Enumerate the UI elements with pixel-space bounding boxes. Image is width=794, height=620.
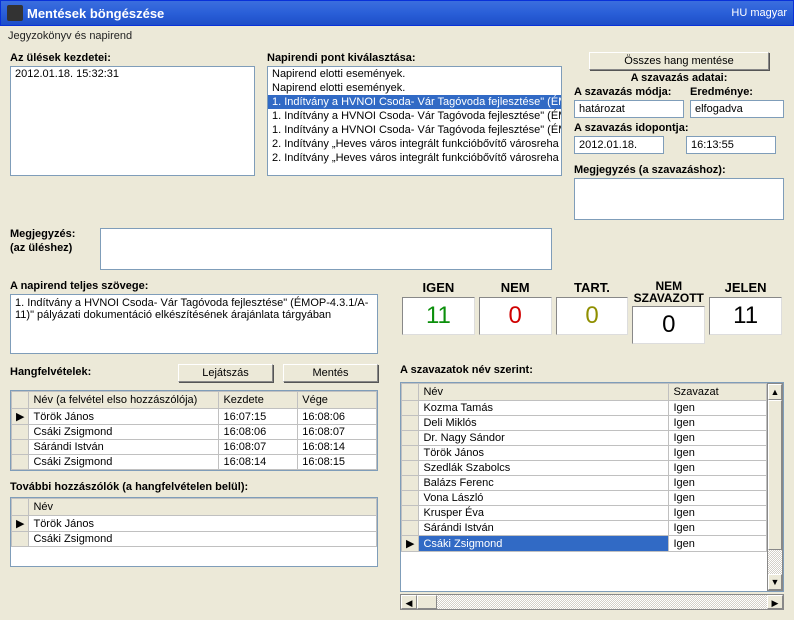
recordings-label: Hangfelvételek: bbox=[10, 366, 178, 378]
byname-label: A szavazatok név szerint: bbox=[400, 364, 784, 376]
vote-jelen: JELEN 11 bbox=[707, 280, 784, 335]
scroll-up-icon[interactable]: ▲ bbox=[768, 384, 782, 400]
app-icon bbox=[7, 5, 23, 21]
list-item[interactable]: 2. Indítvány „Heves város integrált funk… bbox=[268, 151, 561, 165]
vote-mode-label: A szavazás módja: bbox=[574, 86, 684, 98]
table-row[interactable]: ▶Török János16:07:1516:08:06 bbox=[12, 409, 377, 425]
table-row[interactable]: Kozma TamásIgen bbox=[402, 401, 767, 416]
table-row[interactable]: Csáki Zsigmond16:08:1416:08:15 bbox=[12, 455, 377, 470]
table-row[interactable]: Vona LászlóIgen bbox=[402, 491, 767, 506]
note2-label: Megjegyzés (a szavazáshoz): bbox=[574, 164, 784, 176]
vote-date: 2012.01.18. bbox=[574, 136, 664, 154]
titlebar: Mentések böngészése HU magyar bbox=[0, 0, 794, 26]
note1-field[interactable] bbox=[100, 228, 552, 270]
note1-label2: (az üléshez) bbox=[10, 242, 100, 254]
scroll-down-icon[interactable]: ▼ bbox=[768, 574, 782, 590]
vertical-scrollbar[interactable]: ▲ ▼ bbox=[767, 383, 783, 591]
list-item[interactable]: Napirend elotti események. bbox=[268, 67, 561, 81]
voteinfo-header: A szavazás adatai: bbox=[574, 72, 784, 84]
sessions-list[interactable]: 2012.01.18. 15:32:31 bbox=[10, 66, 255, 176]
byname-table[interactable]: NévSzavazatKozma TamásIgenDeli MiklósIge… bbox=[401, 383, 767, 591]
vote-mode-value: határozat bbox=[574, 100, 684, 118]
table-row[interactable]: ▶Csáki ZsigmondIgen bbox=[402, 536, 767, 552]
table-row[interactable]: Sárándi IstvánIgen bbox=[402, 521, 767, 536]
vote-time-label: A szavazás idopontja: bbox=[574, 122, 784, 134]
play-button[interactable]: Lejátszás bbox=[178, 364, 273, 382]
save-button[interactable]: Mentés bbox=[283, 364, 378, 382]
table-row[interactable]: Dr. Nagy SándorIgen bbox=[402, 431, 767, 446]
page-subtitle: Jegyzokönyv és napirend bbox=[0, 26, 794, 46]
vote-time: 16:13:55 bbox=[686, 136, 776, 154]
note2-field[interactable] bbox=[574, 178, 784, 220]
list-item[interactable]: 1. Indítvány a HVNOI Csoda- Vár Tagóvoda… bbox=[268, 123, 561, 137]
table-row[interactable]: Krusper ÉvaIgen bbox=[402, 506, 767, 521]
scroll-right-icon[interactable]: ▶ bbox=[767, 595, 783, 609]
table-row[interactable]: Deli MiklósIgen bbox=[402, 416, 767, 431]
table-row[interactable]: Sárándi István16:08:0716:08:14 bbox=[12, 440, 377, 455]
list-item[interactable]: 1. Indítvány a HVNOI Csoda- Vár Tagóvoda… bbox=[268, 95, 561, 109]
list-item[interactable]: 1. Indítvány a HVNOI Csoda- Vár Tagóvoda… bbox=[268, 109, 561, 123]
recordings-table[interactable]: Név (a felvétel elso hozzászólója)Kezdet… bbox=[10, 390, 378, 471]
list-item[interactable]: 2012.01.18. 15:32:31 bbox=[11, 67, 254, 81]
horizontal-scrollbar[interactable]: ◀ ▶ bbox=[400, 594, 784, 610]
byname-panel: NévSzavazatKozma TamásIgenDeli MiklósIge… bbox=[400, 382, 784, 592]
table-row[interactable]: Szedlák SzabolcsIgen bbox=[402, 461, 767, 476]
vote-nem: NEM 0 bbox=[477, 280, 554, 335]
vote-nemszavazott: NEMSZAVAZOTT 0 bbox=[630, 280, 707, 344]
window-title: Mentések böngészése bbox=[27, 6, 164, 21]
table-row[interactable]: ▶Török János bbox=[12, 516, 377, 532]
vote-result-value: elfogadva bbox=[690, 100, 784, 118]
speakers-table[interactable]: Név▶Török JánosCsáki Zsigmond bbox=[10, 497, 378, 567]
save-all-audio-button[interactable]: Összes hang mentése bbox=[589, 52, 769, 70]
speakers-label: További hozzászólók (a hangfelvételen be… bbox=[10, 481, 378, 493]
vote-igen: IGEN 11 bbox=[400, 280, 477, 335]
vote-tart: TART. 0 bbox=[554, 280, 631, 335]
agenda-list[interactable]: Napirend elotti események.Napirend elott… bbox=[267, 66, 562, 176]
table-row[interactable]: Török JánosIgen bbox=[402, 446, 767, 461]
vote-result-label: Eredménye: bbox=[690, 86, 784, 98]
scroll-left-icon[interactable]: ◀ bbox=[401, 595, 417, 609]
table-row[interactable]: Balázs FerencIgen bbox=[402, 476, 767, 491]
list-item[interactable]: 2. Indítvány „Heves város integrált funk… bbox=[268, 137, 561, 151]
agenda-label: Napirendi pont kiválasztása: bbox=[267, 52, 562, 64]
list-item[interactable]: Napirend elotti események. bbox=[268, 81, 561, 95]
table-row[interactable]: Csáki Zsigmond bbox=[12, 532, 377, 547]
fulltext-label: A napirend teljes szövege: bbox=[10, 280, 378, 292]
sessions-label: Az ülések kezdetei: bbox=[10, 52, 255, 64]
note1-label1: Megjegyzés: bbox=[10, 228, 100, 240]
fulltext-field[interactable]: 1. Indítvány a HVNOI Csoda- Vár Tagóvoda… bbox=[10, 294, 378, 354]
language-indicator: HU magyar bbox=[731, 7, 787, 19]
table-row[interactable]: Csáki Zsigmond16:08:0616:08:07 bbox=[12, 425, 377, 440]
